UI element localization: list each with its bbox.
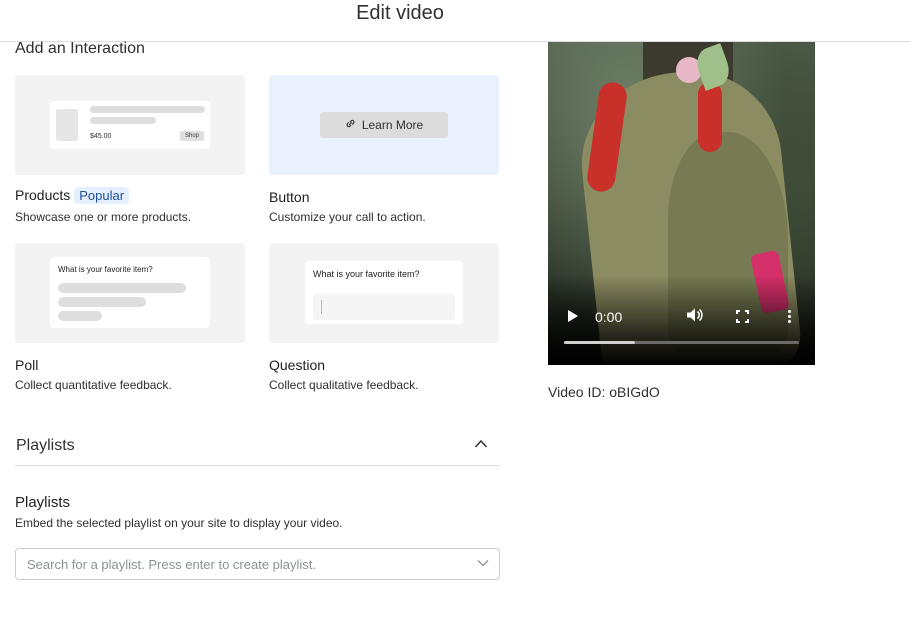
- video-player[interactable]: 0:00: [548, 42, 815, 365]
- playlists-section-label: Playlists: [16, 437, 75, 454]
- shop-mock-button: Shop: [179, 131, 204, 141]
- product-price: $45.00: [90, 133, 112, 140]
- question-desc: Collect qualitative feedback.: [269, 378, 419, 392]
- product-thumbnail: [56, 109, 78, 141]
- poll-desc: Collect quantitative feedback.: [15, 378, 172, 392]
- question-text: What is your favorite item?: [313, 269, 420, 279]
- products-title: Products Popular: [15, 187, 130, 204]
- chevron-up-icon[interactable]: [474, 436, 488, 452]
- button-title: Button: [269, 189, 310, 205]
- link-icon: [345, 118, 356, 132]
- question-title: Question: [269, 357, 326, 373]
- chevron-down-icon[interactable]: [477, 556, 489, 570]
- button-card[interactable]: Learn More: [269, 75, 499, 175]
- video-id: Video ID: oBIGdO: [548, 384, 660, 400]
- products-preview: $45.00 Shop: [50, 101, 210, 149]
- learn-more-label: Learn More: [361, 118, 424, 132]
- poll-option: [58, 283, 186, 293]
- placeholder-bar: [90, 106, 205, 113]
- products-desc: Showcase one or more products.: [15, 210, 192, 224]
- question-card[interactable]: What is your favorite item?: [269, 243, 499, 343]
- playlists-section-toggle[interactable]: Playlists: [15, 428, 500, 466]
- products-title-text: Products: [15, 187, 71, 203]
- poll-question: What is your favorite item?: [58, 265, 153, 274]
- video-progress-fill: [564, 341, 635, 344]
- video-controls: 0:00: [548, 304, 815, 334]
- poll-title: Poll: [15, 357, 39, 373]
- placeholder-bar: [90, 117, 156, 124]
- interaction-heading: Add an Interaction: [15, 40, 145, 57]
- playlists-desc: Embed the selected playlist on your site…: [15, 516, 343, 530]
- popular-badge: Popular: [74, 187, 130, 204]
- poll-option: [58, 311, 102, 321]
- products-card[interactable]: $45.00 Shop: [15, 75, 245, 175]
- poll-card[interactable]: What is your favorite item?: [15, 243, 245, 343]
- playlists-title: Playlists: [15, 494, 71, 511]
- question-answer-field: [313, 294, 455, 320]
- play-icon[interactable]: [568, 310, 578, 322]
- video-time: 0:00: [595, 309, 623, 325]
- fullscreen-icon[interactable]: [736, 310, 749, 323]
- page-title: Edit video: [356, 2, 444, 24]
- button-desc: Customize your call to action.: [269, 210, 426, 224]
- question-preview: What is your favorite item?: [305, 261, 463, 324]
- video-frame-sleeve: [698, 82, 722, 152]
- poll-option: [58, 297, 146, 307]
- volume-icon[interactable]: [686, 307, 704, 327]
- learn-more-mock-button: Learn More: [320, 112, 448, 138]
- playlist-search-select[interactable]: Search for a playlist. Press enter to cr…: [15, 548, 500, 580]
- playlist-search-placeholder: Search for a playlist. Press enter to cr…: [27, 557, 317, 572]
- poll-preview: What is your favorite item?: [50, 257, 210, 328]
- video-progress-bar[interactable]: [564, 341, 799, 344]
- more-vertical-icon[interactable]: [788, 308, 792, 326]
- header-bar: Edit video: [0, 0, 910, 42]
